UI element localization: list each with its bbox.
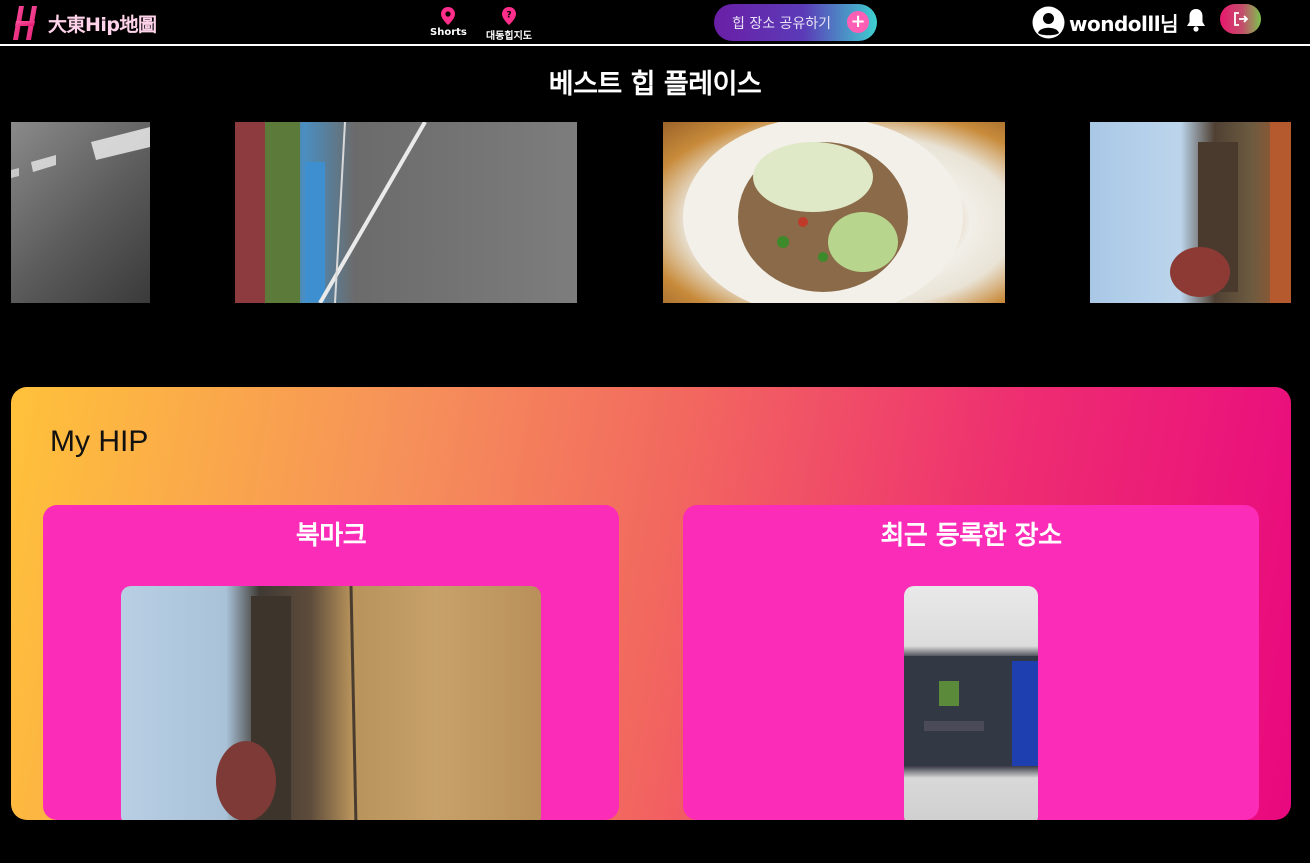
map-pin-icon xyxy=(441,7,456,25)
logo-text: 大東Hip地圖 xyxy=(48,13,157,36)
nav-daedong-map[interactable]: ? 대동힙지도 xyxy=(486,6,532,42)
best-place-image[interactable] xyxy=(663,122,1005,303)
best-place-image[interactable] xyxy=(1090,122,1291,303)
logo[interactable]: 大東Hip地圖 xyxy=(10,4,157,42)
nav-daedong-map-label: 대동힙지도 xyxy=(486,31,532,42)
building-sky-photo xyxy=(1170,122,1291,303)
logout-icon xyxy=(1233,12,1248,26)
recent-places-card-title: 최근 등록한 장소 xyxy=(880,521,1062,551)
food-dish-photo xyxy=(683,122,963,303)
svg-text:?: ? xyxy=(506,11,511,21)
username: wondolll님 xyxy=(1069,12,1178,36)
bookmark-place-image[interactable] xyxy=(121,586,541,820)
bookmark-card-title: 북마크 xyxy=(295,521,367,551)
top-navbar: 大東Hip地圖 Shorts ? 대동힙지도 힙 장소 공유하기 + wondo… xyxy=(0,0,1310,46)
logo-h-icon xyxy=(13,6,37,40)
parking-lot-photo xyxy=(235,122,427,303)
best-place-image[interactable] xyxy=(235,122,577,303)
recent-places-card[interactable]: 최근 등록한 장소 xyxy=(683,505,1259,820)
notification-bell-icon[interactable] xyxy=(1184,7,1208,33)
my-hip-section: My HIP 북마크 최근 등록한 장소 xyxy=(11,387,1291,820)
share-hip-place-button[interactable]: 힙 장소 공유하기 + xyxy=(714,4,877,41)
nav-shorts[interactable]: Shorts xyxy=(430,6,467,38)
nav-shorts-label: Shorts xyxy=(430,27,467,38)
user-profile[interactable]: wondolll님 xyxy=(1032,6,1178,39)
user-avatar-icon xyxy=(1032,6,1065,39)
best-place-image[interactable] xyxy=(11,122,150,303)
bookmark-card[interactable]: 북마크 xyxy=(43,505,619,820)
question-pin-icon: ? xyxy=(502,7,516,25)
my-hip-title: My HIP xyxy=(50,425,149,458)
field-building-photo xyxy=(216,586,358,820)
share-button-label: 힙 장소 공유하기 xyxy=(732,15,832,32)
road-photo xyxy=(11,127,150,178)
recent-place-image[interactable] xyxy=(904,586,1038,820)
logout-button[interactable] xyxy=(1220,4,1261,34)
led-wall-photo xyxy=(904,656,1038,766)
best-hip-places-title: 베스트 힙 플레이스 xyxy=(548,69,762,100)
plus-icon: + xyxy=(847,11,869,33)
